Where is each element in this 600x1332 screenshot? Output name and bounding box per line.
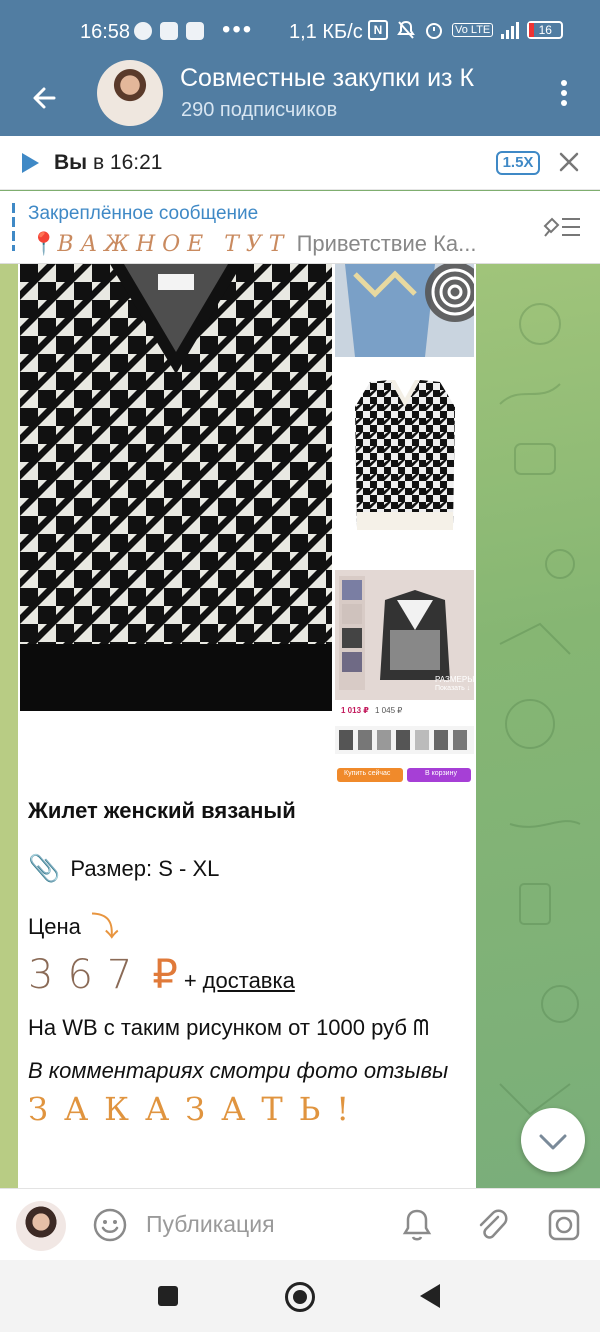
status-network-speed: 1,1 КБ/с	[289, 21, 363, 43]
status-right-icons: N Vo LTE 16	[368, 20, 564, 40]
chevron-down-icon	[539, 1134, 567, 1150]
wallpaper-left-edge	[0, 264, 18, 1188]
comments-note: В комментариях смотри фото отзывы	[28, 1058, 449, 1083]
mute-bell-icon	[397, 20, 415, 39]
nfc-icon: N	[368, 20, 388, 40]
sizes-label: РАЗМЕРЫ	[435, 675, 474, 684]
user-avatar[interactable]	[16, 1201, 66, 1251]
currency-sign: ₽	[152, 953, 178, 997]
bell-icon[interactable]	[400, 1207, 434, 1243]
system-navigation-bar	[0, 1260, 600, 1332]
close-icon[interactable]	[558, 151, 580, 173]
play-icon[interactable]	[20, 152, 40, 174]
paperclip-icon[interactable]	[474, 1207, 508, 1243]
channel-title[interactable]: Совместные закупки из К	[180, 64, 530, 93]
arrow-down-emoji-icon: ⤵	[90, 911, 119, 942]
battery-icon: 16	[527, 21, 564, 39]
message-input[interactable]: Публикация	[146, 1211, 275, 1238]
price-value: 367	[28, 952, 147, 998]
price-now-label: 1 013 ₽	[341, 706, 369, 715]
size-text: Размер: S - XL	[70, 856, 220, 881]
pinned-message-bar[interactable]: Закреплённое сообщение 📍ВАЖНОЕ ТУТ Приве…	[0, 191, 600, 264]
delivery-link[interactable]: доставка	[203, 966, 295, 995]
wb-emoji-icon: ᗰ	[413, 1015, 429, 1040]
channel-avatar[interactable]	[97, 60, 163, 126]
audio-time: в 16:21	[87, 151, 163, 174]
price-label: Цена	[28, 914, 81, 939]
audio-sender: Вы	[54, 151, 88, 174]
wb-text: На WB с таким рисунком от 1000 руб	[28, 1015, 407, 1040]
add-to-cart-label: В корзину	[425, 770, 457, 777]
alarm-icon	[426, 23, 442, 39]
input-bar: Публикация	[0, 1188, 600, 1260]
vest-product-image	[335, 362, 474, 562]
playback-speed-button[interactable]: 1.5X	[496, 151, 540, 175]
wb-row: На WB с таким рисунком от 1000 руб ᗰ	[28, 1013, 468, 1042]
pin-emoji: 📍	[30, 231, 58, 256]
price-row: 367 ₽ + доставка	[28, 952, 468, 998]
houndstooth-vest-image	[20, 264, 332, 711]
audio-info: Вы в 16:21	[54, 151, 163, 175]
status-time: 16:58	[80, 21, 131, 43]
side-photo-2[interactable]	[335, 362, 474, 562]
status-more-dots: •••	[222, 16, 254, 43]
pinned-preview: 📍ВАЖНОЕ ТУТ Приветствие Ка...	[30, 231, 530, 257]
price-label-row: Цена ⤵	[28, 912, 468, 941]
main-photo[interactable]	[20, 264, 332, 711]
message-notification-icon	[160, 22, 178, 40]
pinned-fancy-text: ВАЖНОЕ ТУТ	[57, 232, 291, 257]
pin-list-icon[interactable]	[542, 214, 582, 240]
back-arrow-icon[interactable]	[26, 78, 66, 118]
app-notification-icon	[186, 22, 204, 40]
telegram-notification-icon	[134, 22, 152, 40]
pinned-preview-text: Приветствие Ка...	[290, 231, 477, 256]
side-photo-1[interactable]	[335, 264, 474, 357]
system-back-button[interactable]	[420, 1284, 440, 1308]
emoji-icon[interactable]	[92, 1207, 128, 1243]
pinned-indicator	[12, 203, 15, 251]
message-bubble[interactable]: РАЗМЕРЫ Показать ↓ 1 013 ₽ 1 045 ₽ Купит…	[18, 264, 476, 1188]
scroll-down-button[interactable]	[521, 1108, 585, 1172]
home-button[interactable]	[285, 1282, 315, 1312]
blue-vest-image	[335, 264, 474, 357]
order-fancy-text[interactable]: ЗАКАЗАТЬ!	[28, 1093, 468, 1125]
status-bar: 16:58 ••• 1,1 КБ/с N Vo LTE 16	[0, 0, 600, 66]
plus-sign: +	[183, 968, 197, 993]
size-row: 📎 Размер: S - XL	[28, 854, 468, 883]
recent-apps-button[interactable]	[158, 1286, 178, 1306]
show-label: Показать ↓	[435, 685, 471, 692]
paperclip-emoji-icon: 📎	[28, 853, 61, 883]
status-notification-icons	[134, 22, 204, 40]
channel-subscribers: 290 подписчиков	[181, 99, 338, 121]
post-title: Жилет женский вязаный	[28, 798, 296, 823]
audio-player-bar[interactable]: Вы в 16:21 1.5X	[0, 136, 600, 190]
side-photo-3[interactable]: РАЗМЕРЫ Показать ↓ 1 013 ₽ 1 045 ₽ Купит…	[335, 570, 474, 784]
more-vert-icon[interactable]	[554, 78, 574, 108]
channel-header: Совместные закупки из К 290 подписчиков	[0, 60, 600, 136]
signal-icon	[501, 21, 520, 39]
volte-icon: Vo LTE	[452, 23, 494, 37]
camera-icon[interactable]	[546, 1207, 582, 1243]
photo-padding	[20, 711, 332, 783]
buy-now-label: Купить сейчас	[344, 770, 391, 777]
pinned-title: Закреплённое сообщение	[28, 203, 259, 224]
price-old-label: 1 045 ₽	[375, 706, 403, 715]
message-text: Жилет женский вязаный 📎 Размер: S - XL Ц…	[28, 796, 468, 1125]
